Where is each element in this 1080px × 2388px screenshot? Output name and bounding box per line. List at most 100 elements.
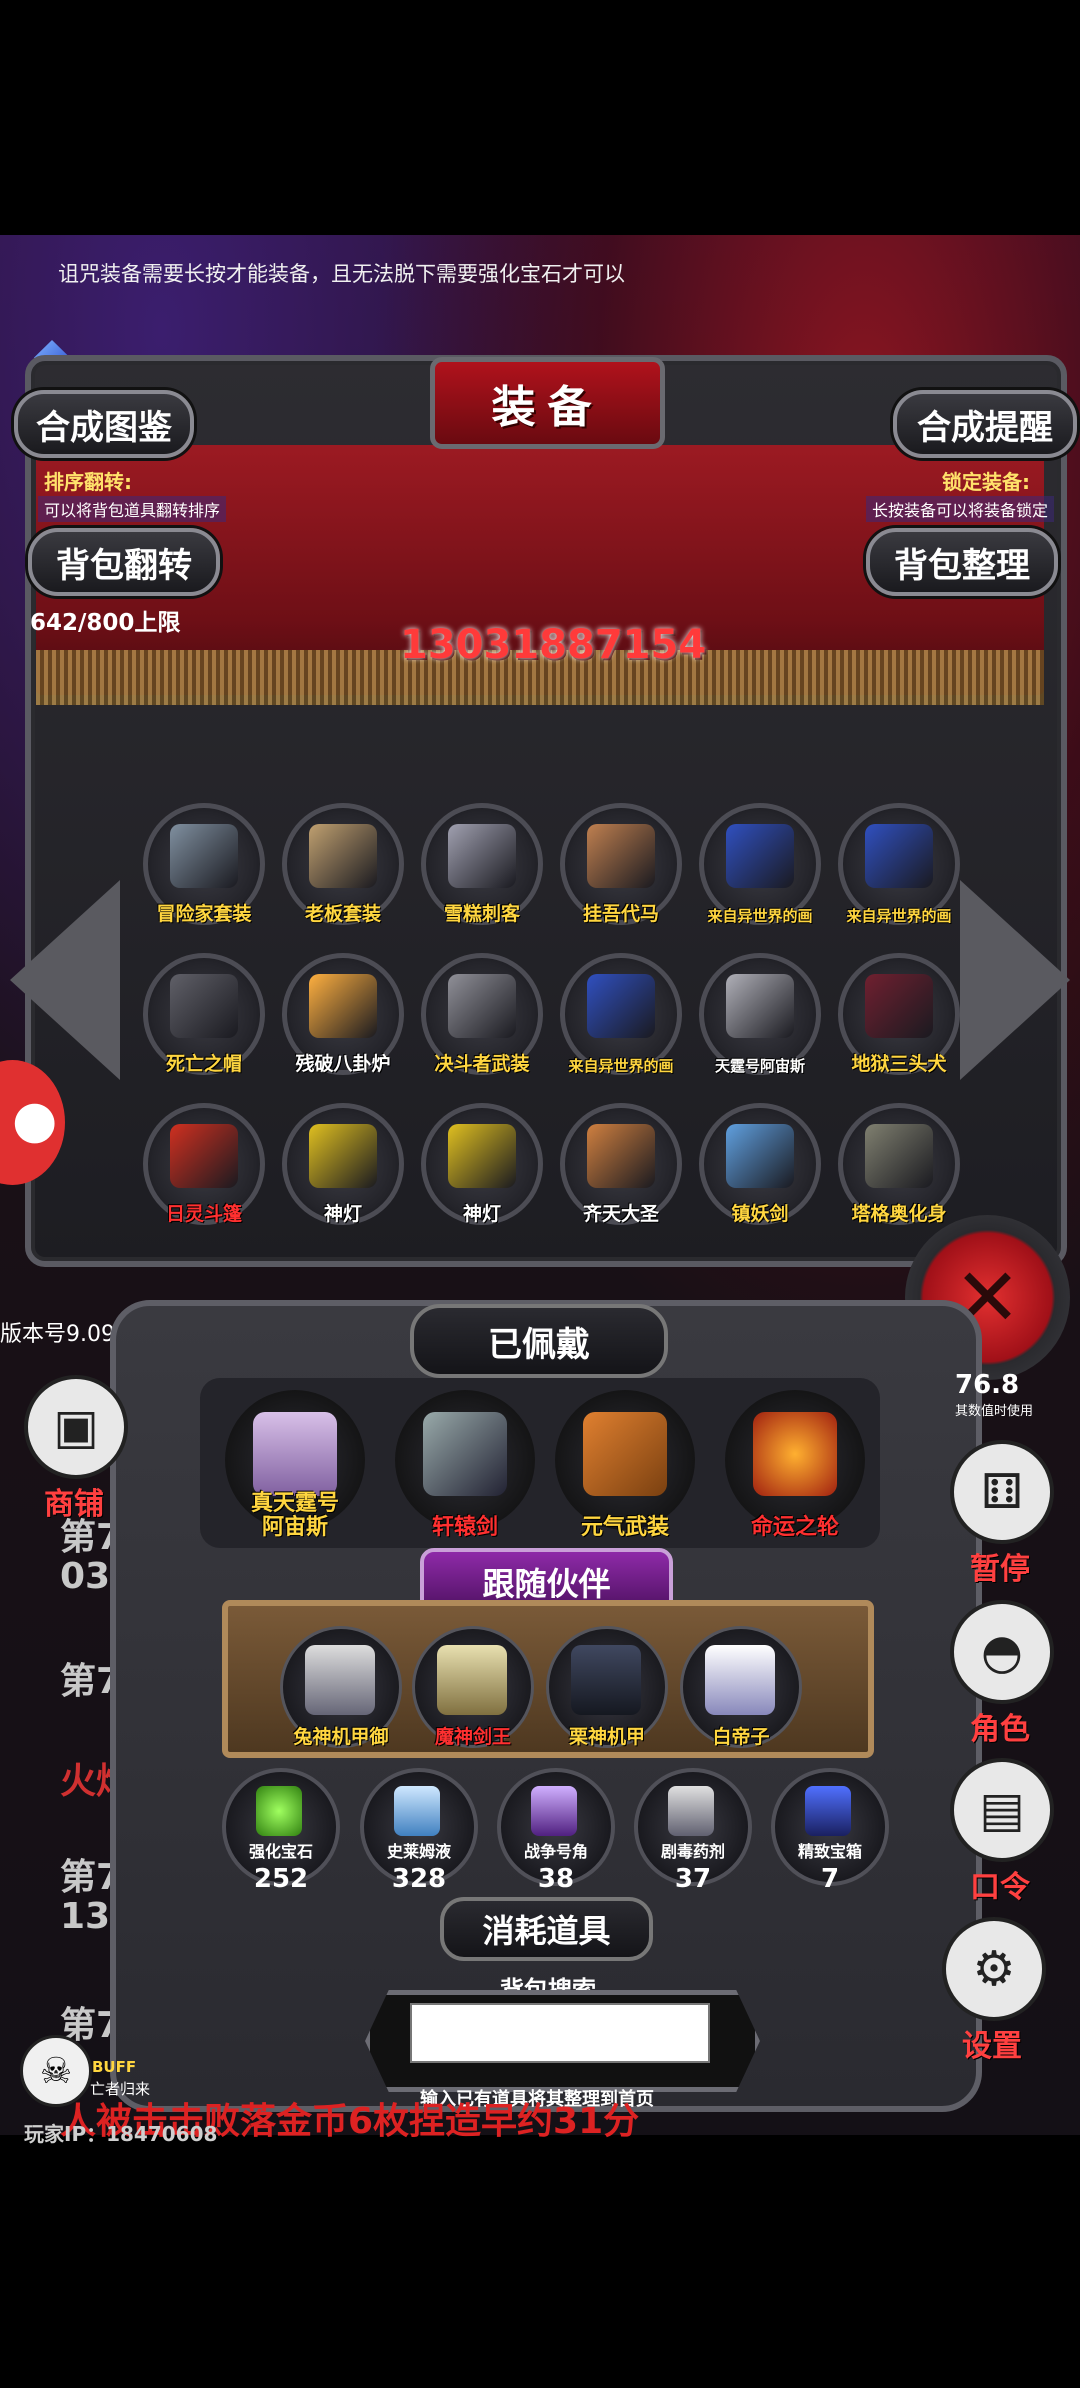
armor-icon (253, 1412, 337, 1496)
item-icon (448, 974, 516, 1038)
consumable-count: 37 (674, 1864, 712, 1894)
search-input[interactable] (410, 2003, 710, 2063)
armor-icon (583, 1412, 667, 1496)
companion-slot[interactable]: 兔神机甲御 (280, 1626, 402, 1748)
next-page-arrow-icon[interactable] (960, 880, 1070, 1080)
worn-label: 元气武装 (580, 1515, 669, 1540)
version-label: 版本号9.09 (0, 1322, 115, 1347)
mecha-icon (571, 1645, 641, 1715)
item-icon (448, 1124, 516, 1188)
item-label: 决斗者武装 (434, 1053, 530, 1075)
sort-flip-desc: 可以将背包道具翻转排序 (38, 496, 227, 522)
item-icon (587, 974, 655, 1038)
inventory-item[interactable]: 来自异世界的画 (838, 803, 960, 925)
consumable-slot[interactable]: 史莱姆液 328 (360, 1768, 478, 1894)
inventory-item[interactable]: 来自异世界的画 (699, 803, 821, 925)
item-icon (587, 1124, 655, 1188)
log-line: 13 (60, 1896, 111, 1937)
inventory-item[interactable]: 冒险家套装 (143, 803, 265, 925)
item-label: 神灯 (323, 1203, 362, 1225)
item-label: 雪糕刺客 (443, 903, 520, 925)
inventory-item[interactable]: 挂吾代马 (560, 803, 682, 925)
sword-icon (423, 1412, 507, 1496)
inventory-item[interactable]: 决斗者武装 (421, 953, 543, 1075)
curse-notice: 诅咒装备需要长按才能装备，且无法脱下需要强化宝石才可以 (58, 262, 625, 286)
item-label: 挂吾代马 (582, 903, 659, 925)
angel-icon (705, 1645, 775, 1715)
companion-slot[interactable]: 栗神机甲 (546, 1626, 668, 1748)
worn-label: 命运之轮 (750, 1515, 839, 1540)
page-title: 装备 (430, 357, 665, 449)
inventory-item[interactable]: 残破八卦炉 (282, 953, 404, 1075)
command-button[interactable]: ▤ 口令 (950, 1758, 1054, 1906)
compose-catalog-button[interactable]: 合成图鉴 (14, 390, 194, 458)
inventory-item[interactable]: 齐天大圣 (560, 1103, 682, 1225)
shop-icon: ▣ (24, 1375, 128, 1479)
companion-label: 魔神剑王 (434, 1726, 511, 1748)
compose-reminder-button[interactable]: 合成提醒 (893, 390, 1077, 458)
dice-icon: ⚅ (950, 1440, 1054, 1544)
inventory-item[interactable]: 神灯 (282, 1103, 404, 1225)
item-icon (587, 824, 655, 888)
companion-label: 栗神机甲 (568, 1726, 645, 1748)
inventory-item[interactable]: 神灯 (421, 1103, 543, 1225)
bag-sort-button[interactable]: 背包整理 (866, 528, 1058, 596)
inventory-item[interactable]: 来自异世界的画 (560, 953, 682, 1075)
item-icon (865, 974, 933, 1038)
item-label: 来自异世界的画 (568, 1057, 674, 1075)
role-button[interactable]: ◓ 角色 (950, 1600, 1054, 1748)
item-label: 天霆号阿宙斯 (714, 1057, 805, 1075)
companion-slot[interactable]: 白帝子 (680, 1626, 802, 1748)
settings-button[interactable]: ⚙ 设置 (942, 1917, 1046, 2065)
consumable-count: 328 (391, 1864, 447, 1894)
inventory-item[interactable]: 死亡之帽 (143, 953, 265, 1075)
pause-button[interactable]: ⚅ 暂停 (950, 1440, 1054, 1588)
worn-slot[interactable]: 命运之轮 (725, 1390, 865, 1540)
highlight-number: 13031887154 (400, 622, 707, 668)
worn-slot[interactable]: 真天霆号 阿宙斯 (225, 1390, 365, 1540)
inventory-item[interactable]: 镇妖剑 (699, 1103, 821, 1225)
inventory-item[interactable]: 雪糕刺客 (421, 803, 543, 925)
chest-icon (805, 1786, 851, 1836)
inventory-item[interactable]: 老板套装 (282, 803, 404, 925)
item-label: 神灯 (462, 1203, 501, 1225)
player-ip: 玩家IP：18470608 (24, 2122, 218, 2146)
lock-equip-label: 锁定装备: (942, 470, 1030, 494)
inventory-item[interactable]: 日灵斗篷 (143, 1103, 265, 1225)
item-label: 死亡之帽 (165, 1053, 242, 1075)
item-icon (865, 1124, 933, 1188)
inventory-item[interactable]: 塔格奥化身 (838, 1103, 960, 1225)
shop-label: 商铺 (44, 1487, 104, 1522)
item-label: 塔格奥化身 (851, 1203, 947, 1225)
worn-slot[interactable]: 轩辕剑 (395, 1390, 535, 1540)
consumable-slot[interactable]: 战争号角 38 (497, 1768, 615, 1894)
buff-label: BUFF (92, 2058, 137, 2076)
prev-page-arrow-icon[interactable] (10, 880, 120, 1080)
bag-flip-button[interactable]: 背包翻转 (28, 528, 220, 596)
settings-label: 设置 (962, 2029, 1022, 2064)
shop-button[interactable]: ▣ 商铺 (24, 1375, 128, 1523)
worn-label: 轩辕剑 (431, 1515, 498, 1540)
inventory-item[interactable]: 地狱三头犬 (838, 953, 960, 1075)
potion-icon (394, 1786, 440, 1836)
consumables-title: 消耗道具 (440, 1897, 653, 1961)
worn-label: 真天霆号 阿宙斯 (250, 1491, 339, 1540)
consumable-slot[interactable]: 剧毒药剂 37 (634, 1768, 752, 1894)
inventory-item[interactable]: 天霆号阿宙斯 (699, 953, 821, 1075)
right-stat-caption: 其数值时使用 (955, 1404, 1034, 1419)
item-icon (865, 824, 933, 888)
consumable-slot[interactable]: 精致宝箱 7 (771, 1768, 889, 1894)
consumable-label: 精致宝箱 (797, 1842, 862, 1861)
knight-icon (437, 1645, 507, 1715)
gear-icon: ⚙ (942, 1917, 1046, 2021)
consumable-slot[interactable]: 强化宝石 252 (222, 1768, 340, 1894)
consumable-label: 史莱姆液 (386, 1842, 451, 1861)
worn-slot[interactable]: 元气武装 (555, 1390, 695, 1540)
item-label: 残破八卦炉 (295, 1053, 391, 1075)
item-icon (170, 974, 238, 1038)
hood-icon: ◓ (950, 1600, 1054, 1704)
right-stat-value: 76.8 (955, 1370, 1020, 1400)
item-label: 来自异世界的画 (846, 907, 952, 925)
poison-icon (668, 1786, 714, 1836)
companion-slot[interactable]: 魔神剑王 (412, 1626, 534, 1748)
